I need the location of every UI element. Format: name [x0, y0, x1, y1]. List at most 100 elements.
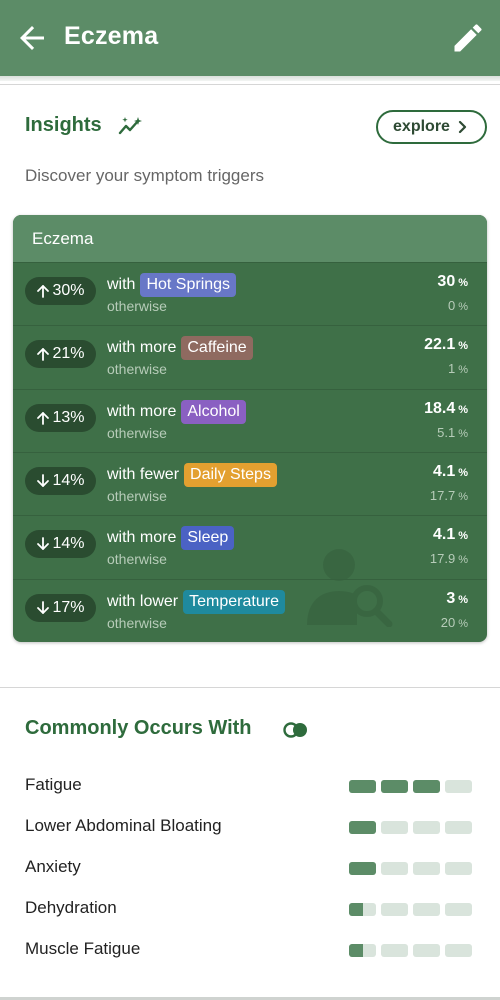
factor-tag: Caffeine	[181, 336, 253, 361]
insight-row[interactable]: 13% with more Alcohol otherwise 18.4% 5.1%	[13, 388, 487, 452]
otherwise-unit: %	[458, 490, 468, 503]
with-unit: %	[458, 340, 468, 353]
otherwise-number: 1	[447, 361, 456, 377]
app-bar: Eczema	[0, 0, 500, 76]
strength-segment	[413, 821, 440, 834]
otherwise-value: 17.7%	[430, 488, 468, 503]
chevron-right-icon	[458, 120, 467, 134]
insight-lead: with more Alcohol	[107, 399, 246, 424]
strength-meter	[349, 862, 473, 876]
insight-row[interactable]: 21% with more Caffeine otherwise 22.1% 1%	[13, 325, 487, 388]
strength-fill	[349, 903, 363, 916]
strength-meter	[349, 821, 473, 835]
lead-text: with more	[107, 402, 177, 420]
condition-label: Dehydration	[25, 898, 117, 917]
strength-segment	[349, 944, 376, 957]
strength-segment	[445, 780, 472, 793]
with-unit: %	[458, 593, 468, 606]
insight-row[interactable]: 17% with lower Temperature otherwise 3% 20%	[13, 578, 487, 642]
otherwise-unit: %	[458, 617, 468, 630]
lead-text: with more	[107, 339, 177, 357]
otherwise-label: otherwise	[107, 487, 167, 504]
with-number: 22.1	[424, 336, 456, 354]
insights-card[interactable]: Eczema 30% with Hot Springs otherwise 30% 0% 2…	[13, 215, 487, 642]
change-pill: 30%	[25, 277, 96, 305]
otherwise-number: 20	[440, 614, 456, 630]
insight-lead: with lower Temperature	[107, 589, 285, 614]
with-value: 22.1%	[424, 336, 468, 354]
condition-label: Anxiety	[25, 857, 81, 876]
arrow-left-icon[interactable]	[14, 20, 50, 56]
otherwise-unit: %	[458, 427, 468, 440]
explore-label: explore	[393, 118, 450, 135]
strength-segment	[413, 862, 440, 875]
insight-lead: with more Caffeine	[107, 336, 253, 361]
change-pill: 21%	[25, 340, 96, 369]
condition-label: Lower Abdominal Bloating	[25, 816, 222, 835]
with-unit: %	[458, 277, 468, 289]
strength-fill	[381, 780, 408, 793]
strength-segment	[445, 944, 472, 957]
strength-meter	[349, 944, 473, 958]
with-value: 3%	[446, 590, 468, 608]
with-value: 4.1%	[433, 526, 468, 544]
strength-segment	[349, 780, 376, 793]
lead-text: with lower	[107, 592, 179, 610]
explore-button[interactable]: explore	[376, 110, 487, 144]
otherwise-value: 17.9%	[430, 551, 468, 566]
otherwise-label: otherwise	[107, 614, 167, 631]
strength-segment	[413, 944, 440, 957]
otherwise-value: 5.1%	[437, 425, 468, 440]
with-value: 30%	[437, 273, 468, 291]
condition-label: Fatigue	[25, 775, 82, 794]
arrow-down-icon	[37, 473, 50, 487]
card-header: Eczema	[13, 215, 487, 262]
change-value: 21%	[52, 345, 85, 363]
lead-text: with	[107, 276, 136, 293]
section-divider	[0, 84, 500, 85]
with-value: 18.4%	[424, 400, 468, 418]
factor-tag: Daily Steps	[184, 462, 277, 487]
strength-segment	[445, 862, 472, 875]
with-number: 18.4	[424, 399, 456, 417]
with-number: 30	[437, 273, 456, 290]
arrow-down-icon	[37, 600, 50, 614]
condition-label: Muscle Fatigue	[25, 939, 141, 958]
factor-tag: Temperature	[183, 589, 285, 614]
factor-tag: Sleep	[181, 526, 235, 551]
card-title: Eczema	[32, 229, 94, 248]
pencil-icon[interactable]	[450, 20, 486, 56]
factor-tag: Alcohol	[181, 399, 246, 424]
arrow-up-icon	[37, 411, 50, 425]
overlap-circles-icon	[283, 722, 307, 738]
strength-segment	[381, 780, 408, 793]
strength-fill	[349, 821, 376, 834]
with-unit: %	[458, 466, 468, 479]
otherwise-label: otherwise	[107, 551, 167, 568]
change-pill: 14%	[25, 466, 96, 495]
strength-segment	[381, 944, 408, 957]
lead-text: with fewer	[107, 465, 180, 483]
insights-subtitle: Discover your symptom triggers	[25, 166, 265, 185]
strength-fill	[349, 780, 376, 793]
with-unit: %	[458, 403, 468, 416]
change-value: 30%	[52, 282, 85, 299]
page-title: Eczema	[64, 22, 159, 50]
insight-row[interactable]: 14% with fewer Daily Steps otherwise 4.1% 17.…	[13, 451, 487, 515]
strength-segment	[445, 821, 472, 834]
strength-fill	[413, 780, 440, 793]
strength-segment	[381, 903, 408, 916]
strength-fill	[349, 862, 376, 875]
otherwise-number: 17.7	[429, 487, 456, 503]
strength-segment	[445, 903, 472, 916]
with-value: 4.1%	[433, 463, 468, 481]
insight-row[interactable]: 14% with more Sleep otherwise 4.1% 17.9%	[13, 515, 487, 578]
otherwise-label: otherwise	[107, 298, 167, 314]
otherwise-value: 1%	[448, 361, 468, 376]
change-value: 17%	[52, 598, 85, 616]
arrow-up-icon	[37, 285, 50, 298]
change-value: 14%	[52, 535, 85, 553]
insight-row[interactable]: 30% with Hot Springs otherwise 30% 0%	[13, 262, 487, 325]
change-value: 14%	[52, 471, 85, 489]
with-number: 3	[446, 589, 456, 607]
